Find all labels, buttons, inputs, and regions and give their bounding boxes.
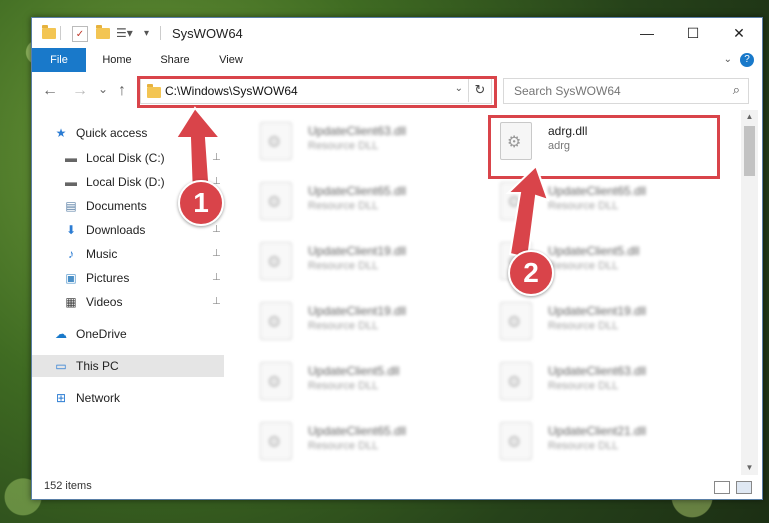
- annotation-arrows: [174, 106, 550, 260]
- step-2-badge: 2: [508, 250, 554, 296]
- arrow-2: [505, 164, 550, 260]
- step-1-badge: 1: [178, 180, 224, 226]
